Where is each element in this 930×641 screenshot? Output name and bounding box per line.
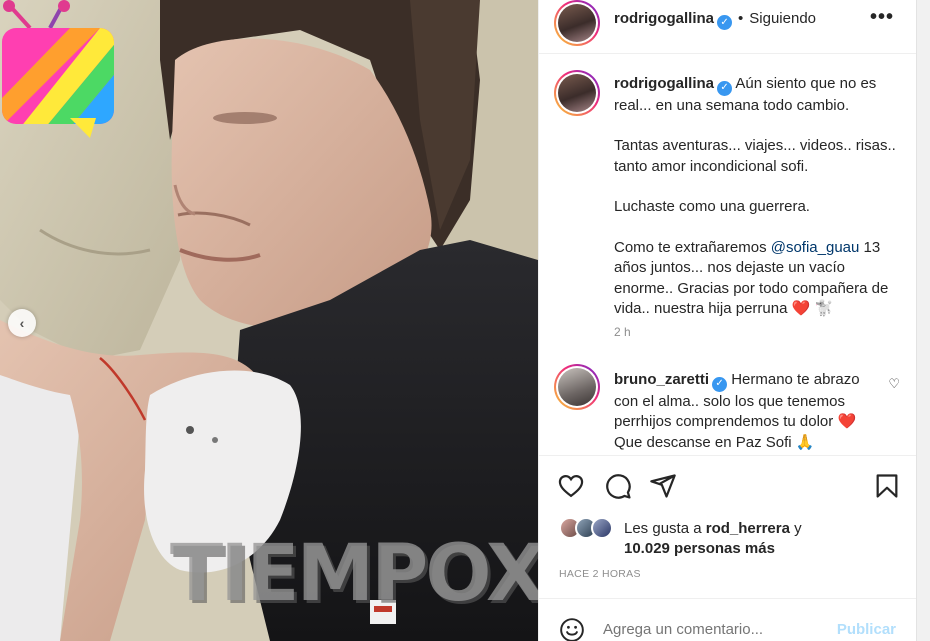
caption-paragraph: Tantas aventuras... viajes... videos.. r… [614, 137, 896, 175]
verified-icon: ✓ [712, 376, 728, 392]
add-comment-bar: Publicar [539, 598, 916, 641]
like-comment-icon[interactable]: ♡ [888, 376, 900, 392]
author-username[interactable]: rodrigogallina [614, 10, 714, 27]
caption-paragraph: rodrigogallina ✓ Aún siento que no es rea… [614, 74, 904, 116]
comment-icon[interactable] [604, 472, 632, 500]
more-icon[interactable]: ••• [870, 6, 894, 29]
bookmark-icon[interactable] [873, 472, 901, 500]
post-header: rodrigogallina ✓ • Siguiendo ••• [539, 0, 916, 54]
watermark-text: TIEMPOX [170, 529, 538, 619]
previous-photo-button[interactable]: ‹ [8, 309, 36, 337]
caption-paragraph: Como te extrañaremos @sofia_guau 13 años… [614, 238, 904, 320]
likes-summary: Les gusta a rod_herrera y 10.029 persona… [539, 515, 916, 563]
caption-text: rodrigogallina ✓ Aún siento que no es rea… [614, 74, 904, 340]
liker-username[interactable]: rod_herrera [706, 520, 790, 537]
publish-button[interactable]: Publicar [837, 621, 896, 638]
tiempox-logo [2, 0, 114, 138]
caption-time[interactable]: 2 h [614, 325, 631, 339]
post-timestamp[interactable]: HACE 2 HORAS [559, 568, 641, 580]
likes-count[interactable]: 10.029 personas más [624, 540, 775, 557]
action-bar [539, 455, 916, 515]
comment-input[interactable] [603, 621, 823, 638]
header-names: rodrigogallina ✓ • Siguiendo [614, 10, 816, 30]
post-side-panel: rodrigogallina ✓ • Siguiendo ••• rodrigogal… [538, 0, 916, 641]
separator: • [738, 10, 744, 27]
mention-link[interactable]: @sofia_guau [771, 239, 860, 256]
likes-post: y [789, 520, 802, 537]
liker-avatars[interactable] [559, 517, 621, 541]
verified-icon: ✓ [717, 15, 733, 30]
author-avatar[interactable] [554, 0, 600, 46]
heart-icon[interactable] [557, 472, 585, 500]
caption-paragraph: Luchaste como una guerrera. [614, 198, 810, 216]
caption-avatar[interactable] [554, 70, 600, 116]
chevron-left-icon: ‹ [19, 315, 25, 331]
caption-username[interactable]: rodrigogallina [614, 75, 714, 92]
post-photo[interactable]: ‹ TIEMPOX [0, 0, 538, 641]
comment-text: bruno_zaretti ✓ Hermano te abrazo con el … [614, 370, 879, 453]
following-button[interactable]: Siguiendo [749, 10, 816, 27]
likes-pre: Les gusta a [624, 520, 706, 537]
share-icon[interactable] [649, 472, 677, 500]
scrollbar[interactable] [916, 0, 930, 641]
caption-pre: Como te extrañaremos [614, 238, 771, 256]
emoji-icon[interactable] [559, 617, 585, 641]
likes-line: Les gusta a rod_herrera y [624, 520, 802, 537]
commenter-username[interactable]: bruno_zaretti [614, 371, 709, 388]
verified-icon: ✓ [717, 80, 733, 96]
commenter-avatar[interactable] [554, 364, 600, 410]
